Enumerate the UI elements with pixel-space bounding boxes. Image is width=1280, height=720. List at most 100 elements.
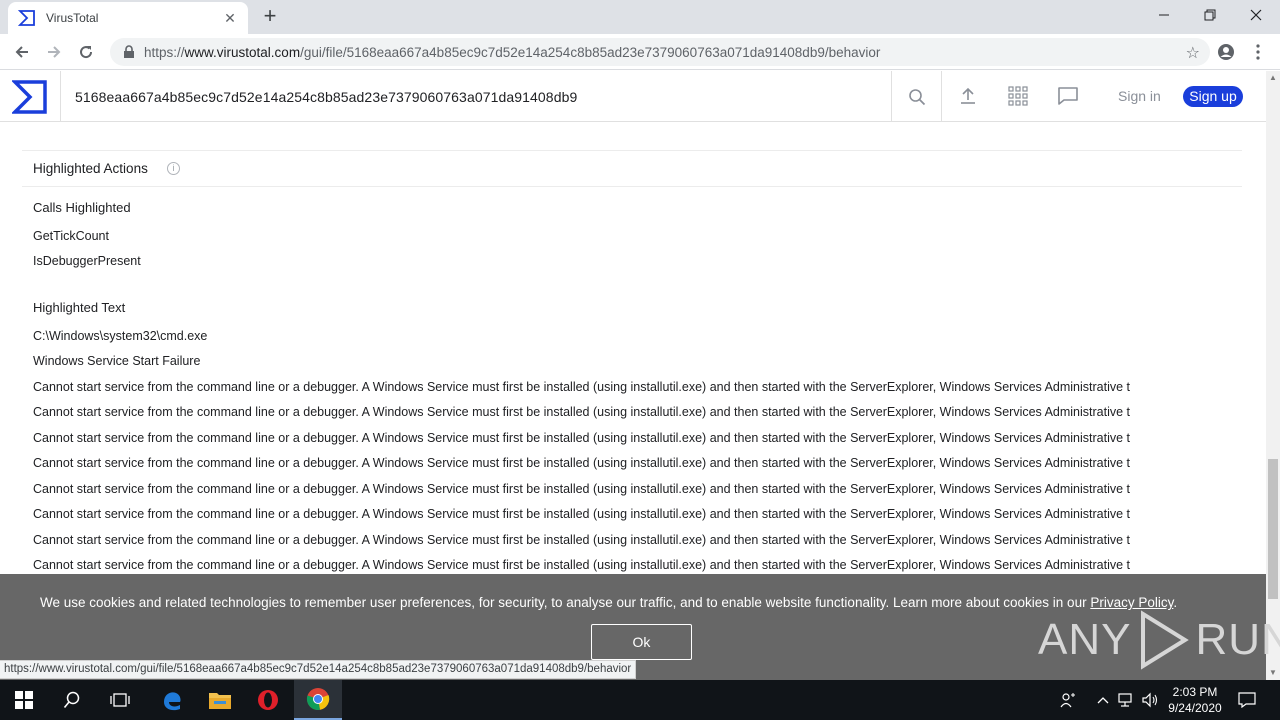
close-icon	[1250, 9, 1262, 21]
anyrun-watermark: ANY RUN	[1038, 608, 1280, 672]
address-bar[interactable]: https://www.virustotal.com/gui/file/5168…	[110, 38, 1210, 66]
edge-icon	[164, 692, 181, 711]
divider	[22, 150, 1242, 151]
forward-button[interactable]	[42, 40, 66, 64]
vt-header: Sign in	[0, 71, 1266, 122]
tab-title: VirusTotal	[46, 11, 99, 25]
arrow-right-icon	[48, 46, 61, 58]
text-item: Cannot start service from the command li…	[33, 456, 1131, 470]
speaker-icon	[1142, 692, 1158, 708]
restore-button[interactable]	[1187, 0, 1233, 30]
calls-highlighted-title: Calls Highlighted	[33, 200, 131, 215]
text-item: C:\Windows\system32\cmd.exe	[33, 329, 208, 343]
clock-date: 9/24/2020	[1168, 701, 1222, 715]
call-item: IsDebuggerPresent	[33, 254, 141, 268]
account-circle-icon	[1218, 44, 1234, 60]
url-text: https://www.virustotal.com/gui/file/5168…	[144, 45, 880, 60]
people-button[interactable]	[1056, 680, 1080, 720]
more-vert-icon	[1256, 44, 1260, 60]
search-icon	[63, 691, 80, 709]
people-icon	[1060, 693, 1075, 708]
minimize-button[interactable]	[1141, 0, 1187, 30]
action-center-button[interactable]	[1236, 680, 1258, 720]
task-view-button[interactable]	[96, 680, 144, 720]
lock-icon	[124, 45, 134, 58]
search-button[interactable]	[892, 71, 942, 122]
chrome-icon	[306, 688, 330, 710]
network-button[interactable]	[1116, 680, 1136, 720]
bookmark-star-icon[interactable]: ☆	[1186, 43, 1200, 63]
windows-taskbar: 2:03 PM 9/24/2020	[0, 680, 1280, 720]
taskbar-opera[interactable]	[244, 680, 292, 720]
url-prefix: https://	[144, 44, 185, 60]
system-clock[interactable]: 2:03 PM 9/24/2020	[1160, 684, 1230, 716]
text-item: Windows Service Start Failure	[33, 354, 201, 368]
info-icon[interactable]: i	[167, 162, 180, 175]
url-host: www.virustotal.com	[184, 44, 301, 60]
tab-strip: VirusTotal ✕ +	[0, 0, 1280, 34]
text-item: Cannot start service from the command li…	[33, 533, 1131, 547]
task-view-icon	[110, 693, 130, 707]
profile-button[interactable]	[1214, 40, 1238, 64]
cookie-message: We use cookies and related technologies …	[40, 595, 1091, 610]
chat-bubble-icon	[1058, 87, 1078, 105]
reload-button[interactable]	[74, 40, 98, 64]
section-title-highlighted-actions: Highlighted Actions	[33, 161, 148, 176]
behavior-content: Highlighted Actions i Calls Highlighted …	[0, 122, 1266, 574]
search-input[interactable]	[75, 88, 875, 105]
text-item: Cannot start service from the command li…	[33, 482, 1131, 496]
notification-icon	[1238, 692, 1256, 708]
scroll-thumb[interactable]	[1268, 459, 1278, 599]
show-hidden-icons-button[interactable]	[1094, 680, 1112, 720]
vt-search-box	[60, 71, 892, 122]
scroll-up-icon[interactable]: ▲	[1266, 71, 1280, 85]
clock-time: 2:03 PM	[1172, 685, 1218, 699]
browser-toolbar: https://www.virustotal.com/gui/file/5168…	[0, 34, 1280, 70]
text-item: Cannot start service from the command li…	[33, 431, 1131, 445]
volume-button[interactable]	[1140, 680, 1160, 720]
cookie-text: We use cookies and related technologies …	[40, 595, 1177, 610]
restore-icon	[1204, 9, 1216, 21]
opera-icon	[258, 690, 278, 710]
taskbar-chrome[interactable]	[294, 680, 342, 720]
close-window-button[interactable]	[1233, 0, 1279, 30]
taskbar-file-explorer[interactable]	[196, 680, 244, 720]
chat-button[interactable]	[1055, 83, 1081, 109]
text-item: Cannot start service from the command li…	[33, 380, 1131, 394]
call-item: GetTickCount	[33, 229, 109, 243]
taskbar-edge[interactable]	[148, 680, 196, 720]
divider	[22, 186, 1242, 187]
windows-logo-icon	[15, 691, 33, 709]
back-button[interactable]	[10, 40, 34, 64]
play-triangle-icon	[1141, 610, 1190, 670]
upload-button[interactable]	[955, 83, 981, 109]
taskbar-search-button[interactable]	[48, 680, 96, 720]
arrow-left-icon	[15, 46, 28, 58]
tab-close-icon[interactable]: ✕	[222, 10, 238, 27]
sign-in-link[interactable]: Sign in	[1118, 88, 1161, 104]
tab-virustotal[interactable]: VirusTotal ✕	[8, 2, 248, 34]
page-scrollbar[interactable]: ▲ ▼	[1266, 71, 1280, 680]
reload-icon	[80, 46, 93, 59]
link-status-bar: https://www.virustotal.com/gui/file/5168…	[0, 660, 637, 679]
apps-button[interactable]	[1005, 83, 1031, 109]
chevron-up-icon	[1097, 697, 1109, 704]
highlighted-text-title: Highlighted Text	[33, 300, 126, 315]
cookie-ok-button[interactable]: Ok	[591, 624, 692, 660]
network-icon	[1118, 693, 1132, 707]
search-icon	[908, 88, 925, 105]
sign-up-button[interactable]: Sign up	[1183, 86, 1243, 107]
url-path: /gui/file/5168eaa667a4b85ec9c7d52e14a254…	[300, 44, 881, 60]
text-item: Cannot start service from the command li…	[33, 507, 1131, 521]
text-item: Cannot start service from the command li…	[33, 558, 1131, 572]
upload-icon	[961, 87, 975, 104]
minimize-icon	[1159, 14, 1169, 16]
virustotal-logo-icon[interactable]	[12, 79, 48, 115]
folder-icon	[209, 693, 231, 709]
virustotal-favicon-icon	[18, 10, 35, 26]
apps-grid-icon	[1008, 86, 1028, 106]
new-tab-button[interactable]: +	[258, 4, 282, 28]
start-button[interactable]	[0, 680, 48, 720]
text-item: Cannot start service from the command li…	[33, 405, 1131, 419]
browser-menu-button[interactable]	[1246, 40, 1270, 64]
